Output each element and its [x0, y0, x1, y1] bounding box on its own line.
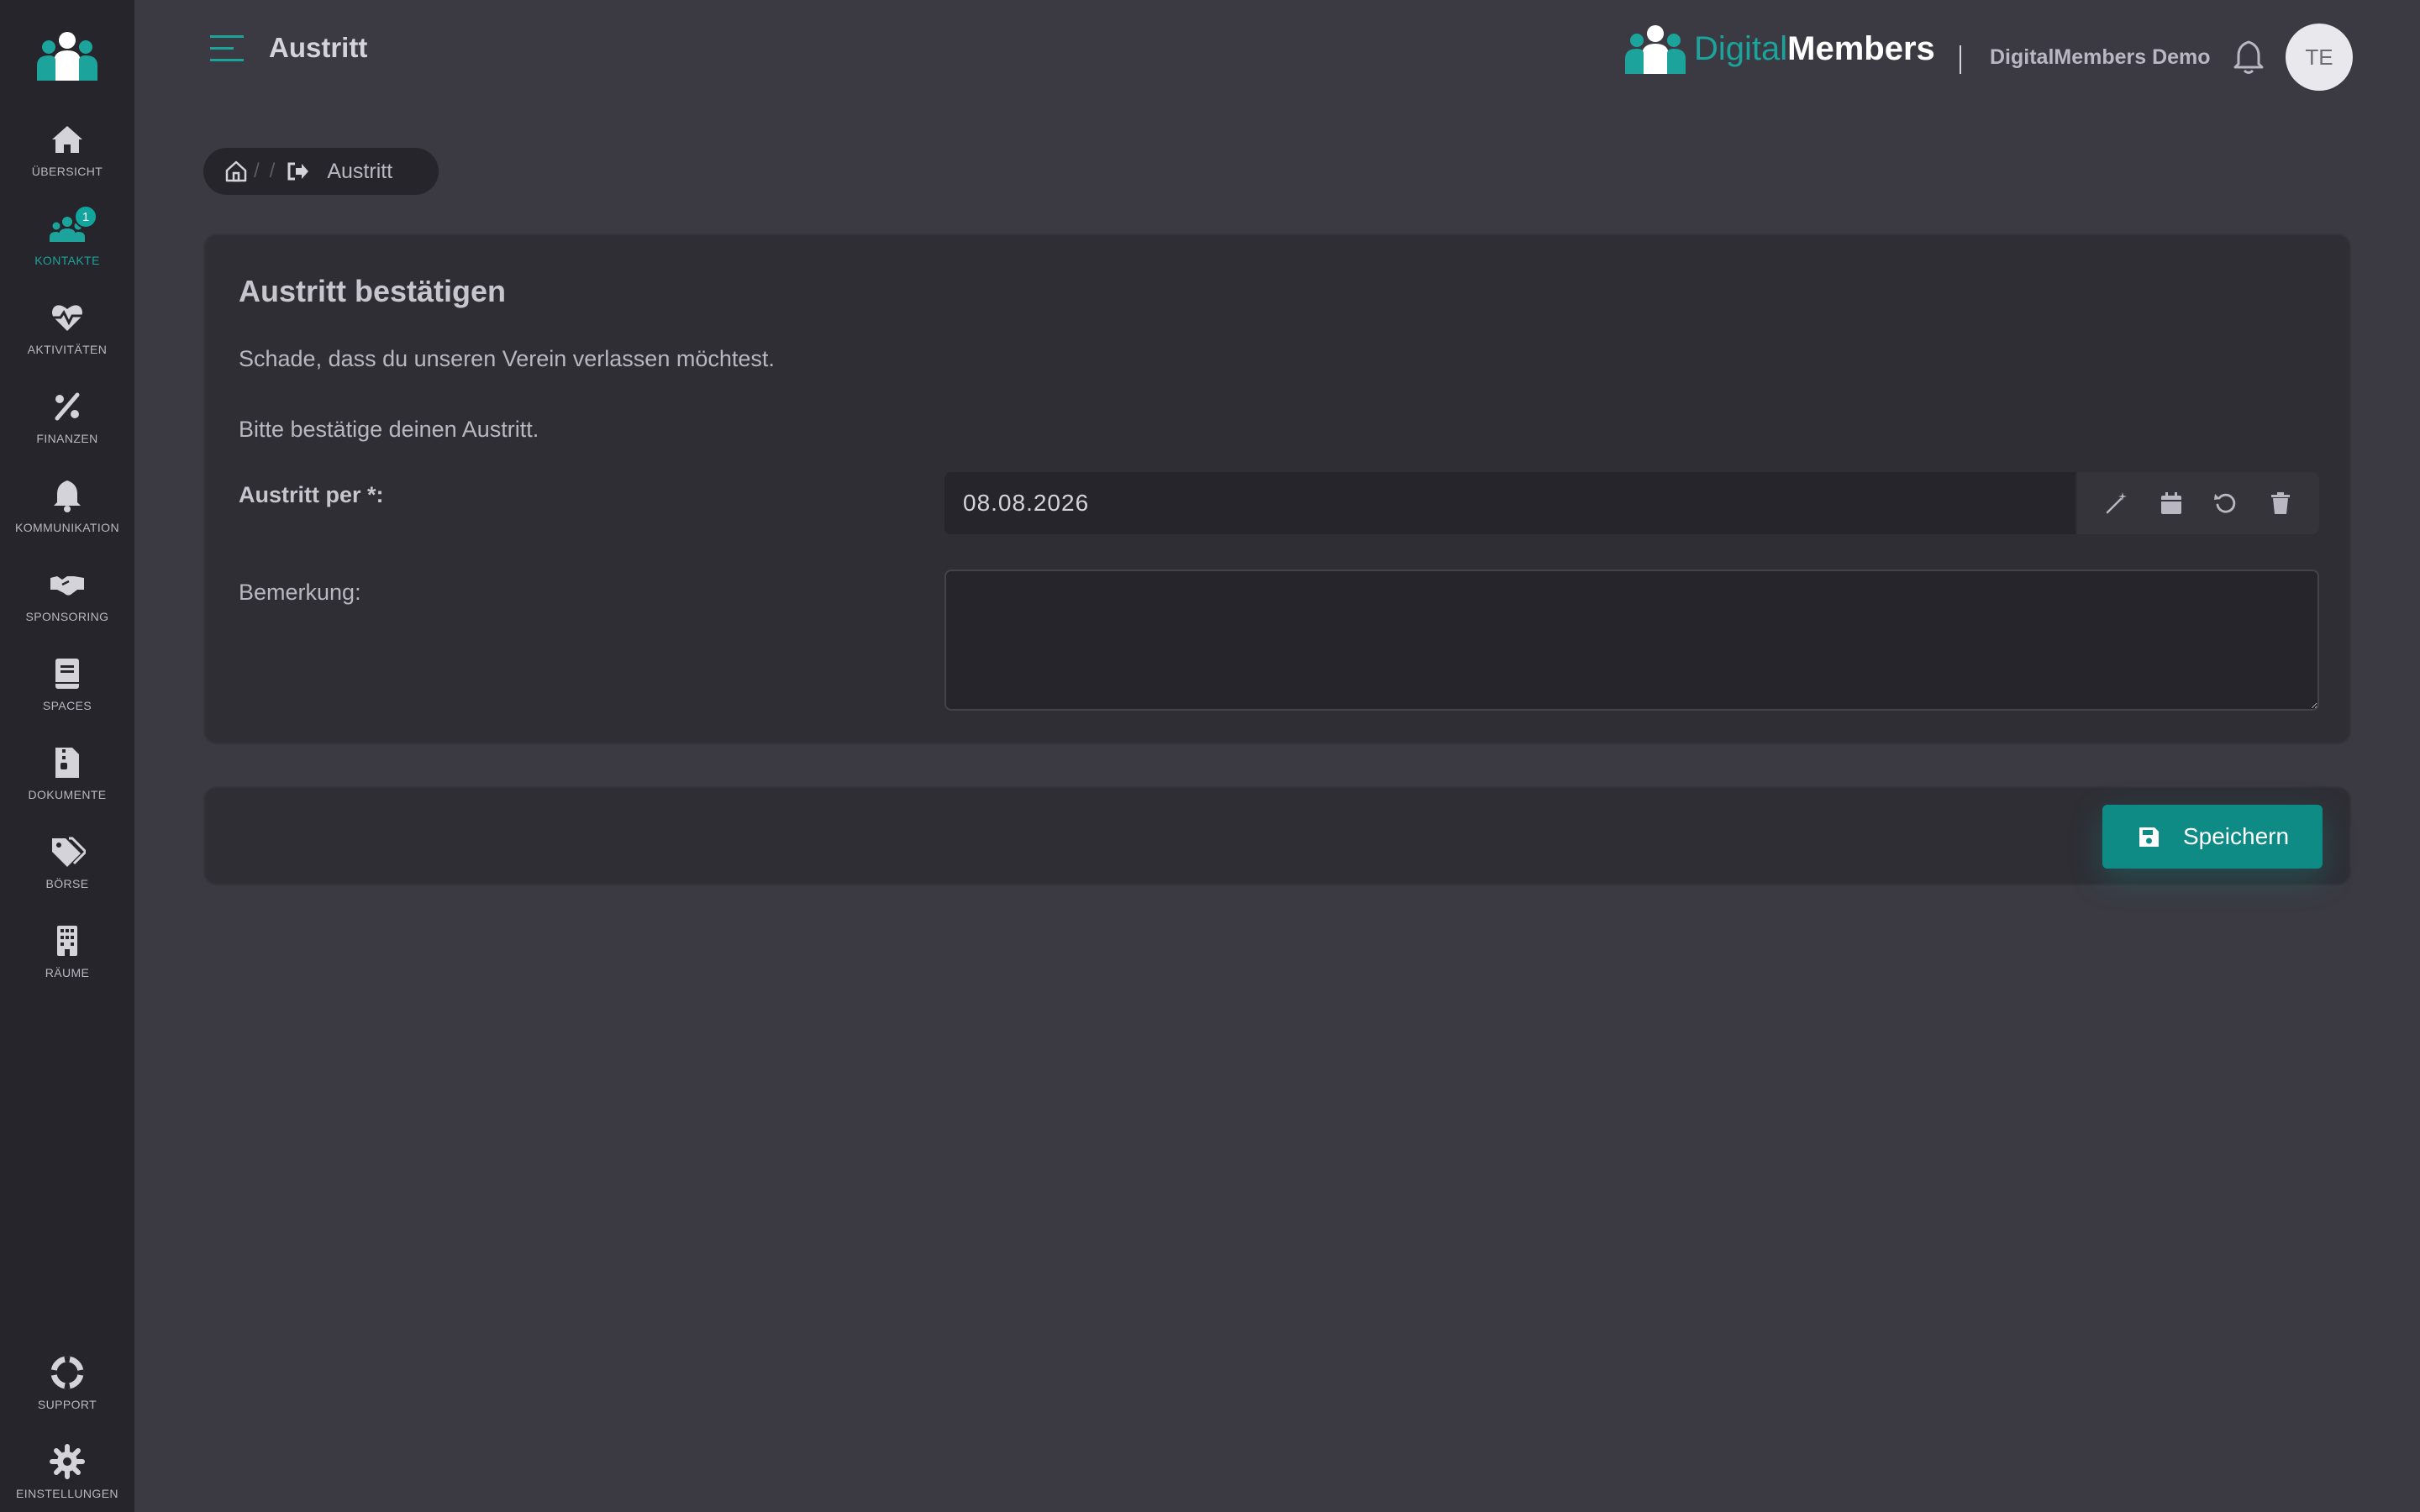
page-title: Austritt	[269, 32, 368, 63]
building-icon	[57, 926, 77, 956]
app-window: Übersicht 1 Kontakte Aktivitäten	[0, 0, 2420, 1512]
sidebar-item-uebersicht[interactable]: Übersicht	[0, 114, 134, 195]
sidebar-item-label: Aktivitäten	[27, 343, 108, 356]
save-button-label: Speichern	[2182, 823, 2290, 849]
sidebar-item-kontakte[interactable]: 1 Kontakte	[0, 203, 134, 284]
sidebar-item-kommunikation[interactable]: Kommunikation	[0, 470, 134, 551]
exit-date-input[interactable]	[944, 472, 2075, 534]
trash-icon	[2270, 492, 2290, 514]
sidebar-item-finanzen[interactable]: Finanzen	[0, 381, 134, 462]
remark-textarea[interactable]	[944, 570, 2319, 711]
breadcrumb: / / Austritt	[203, 148, 439, 195]
sidebar-item-label: Kommunikation	[15, 521, 119, 534]
sidebar-item-label: Sponsoring	[25, 610, 109, 623]
calendar-button[interactable]	[2157, 489, 2186, 517]
home-icon	[52, 126, 82, 153]
brand-divider	[1960, 45, 1961, 74]
brand-logo-icon	[1625, 25, 1686, 74]
sidebar-item-label: Spaces	[42, 699, 92, 712]
floppy-disk-icon	[2139, 827, 2159, 847]
handshake-icon	[50, 576, 84, 596]
book-icon	[55, 659, 79, 689]
calendar-icon	[2160, 492, 2181, 514]
hamburger-menu-icon[interactable]	[208, 30, 245, 67]
organization-name[interactable]: DigitalMembers Demo	[1990, 45, 2211, 70]
app-logo-icon[interactable]	[37, 30, 97, 81]
tags-icon	[52, 837, 86, 867]
breadcrumb-separator: /	[254, 160, 260, 182]
brand-name-part1: Digital	[1694, 29, 1788, 67]
brand-name: DigitalMembers	[1694, 30, 1935, 68]
breadcrumb-current: Austritt	[327, 159, 393, 183]
clear-button[interactable]	[2266, 489, 2295, 517]
magic-wand-icon	[2106, 492, 2127, 514]
sidebar-item-aktivitaeten[interactable]: Aktivitäten	[0, 292, 134, 373]
bell-icon	[54, 480, 81, 512]
date-tools	[2075, 472, 2319, 534]
life-ring-icon	[50, 1356, 84, 1389]
reset-button[interactable]	[2212, 489, 2240, 517]
farewell-text: Schade, dass du unseren Verein verlassen…	[239, 346, 775, 371]
exit-date-label: Austritt per *:	[239, 482, 384, 507]
sidebar-item-label: Finanzen	[36, 432, 98, 445]
sidebar-item-sponsoring[interactable]: Sponsoring	[0, 559, 134, 640]
sidebar-item-dokumente[interactable]: Dokumente	[0, 738, 134, 818]
sidebar-item-label: Börse	[45, 877, 89, 890]
sidebar-item-label: Kontakte	[34, 254, 100, 267]
sidebar-item-label: Dokumente	[28, 788, 107, 801]
sidebar-item-spaces[interactable]: Spaces	[0, 648, 134, 729]
sidebar: Übersicht 1 Kontakte Aktivitäten	[0, 0, 134, 1512]
confirm-instruction-text: Bitte bestätige deinen Austritt.	[239, 417, 539, 442]
sidebar-item-support[interactable]: Support	[0, 1347, 134, 1428]
gear-icon	[50, 1444, 85, 1479]
brand-name-part2: Members	[1787, 29, 1935, 67]
breadcrumb-separator: /	[269, 160, 276, 182]
heartbeat-icon	[52, 305, 82, 331]
exit-form-card: Austritt bestätigen Schade, dass du unse…	[203, 234, 2351, 744]
sidebar-item-label: Räume	[45, 966, 90, 979]
file-zipper-icon	[55, 748, 79, 778]
bell-icon[interactable]	[2232, 39, 2265, 76]
exit-date-field-group	[944, 472, 2319, 534]
percent-icon	[55, 392, 80, 421]
avatar[interactable]: TE	[2286, 24, 2353, 91]
sidebar-item-einstellungen[interactable]: Einstellungen	[0, 1436, 134, 1512]
sign-out-icon	[287, 162, 309, 181]
sidebar-item-raeume[interactable]: Räume	[0, 916, 134, 996]
sidebar-item-boerse[interactable]: Börse	[0, 827, 134, 907]
notification-badge: 1	[74, 205, 97, 228]
magic-wand-button[interactable]	[2102, 489, 2131, 517]
save-button[interactable]: Speichern	[2102, 805, 2323, 869]
sidebar-item-label: Support	[37, 1398, 97, 1411]
remark-label: Bemerkung:	[239, 580, 361, 605]
home-outline-icon[interactable]	[224, 159, 249, 184]
brand-logo[interactable]: DigitalMembers	[1625, 22, 1935, 76]
form-actions-bar	[203, 786, 2351, 885]
sidebar-item-label: Übersicht	[31, 165, 103, 178]
sidebar-item-label: Einstellungen	[16, 1487, 118, 1500]
card-title: Austritt bestätigen	[239, 274, 507, 308]
reset-icon	[2213, 493, 2235, 513]
